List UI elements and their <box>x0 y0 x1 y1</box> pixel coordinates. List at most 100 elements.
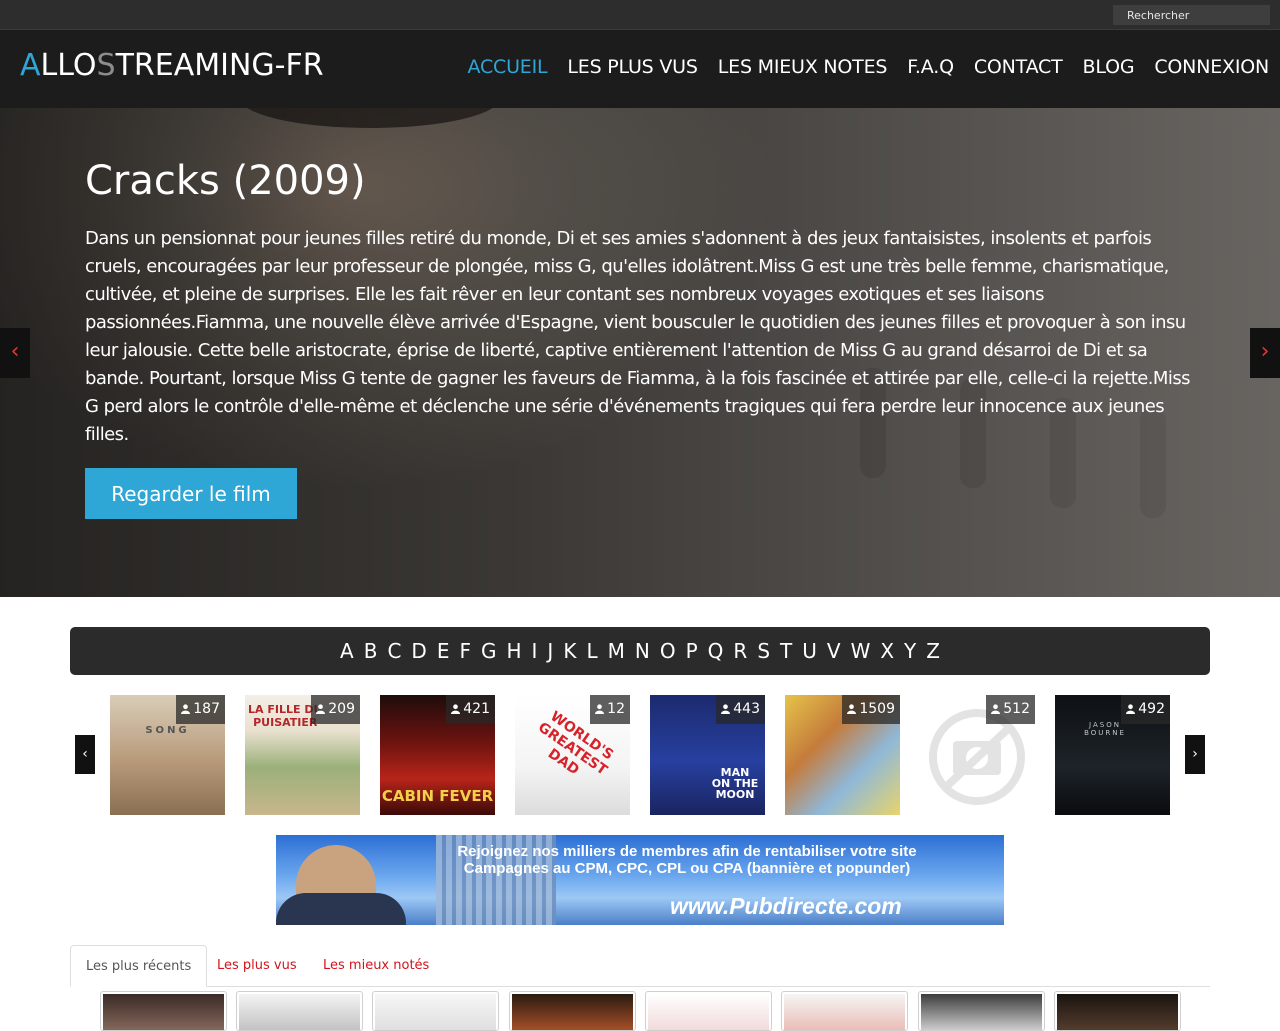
alphabet-letter-d[interactable]: D <box>411 639 426 663</box>
ad-line-2: Campagnes au CPM, CPC, CPL ou CPA (banni… <box>463 860 911 877</box>
user-icon <box>181 704 191 714</box>
alphabet-letter-k[interactable]: K <box>563 639 576 663</box>
watch-movie-button[interactable]: Regarder le film <box>85 468 297 519</box>
alphabet-letter-w[interactable]: W <box>851 639 871 663</box>
view-count: 209 <box>328 701 355 717</box>
view-count-badge: 421 <box>446 695 495 724</box>
hero-synopsis: Dans un pensionnat pour jeunes filles re… <box>85 228 1191 445</box>
alphabet-letter-p[interactable]: P <box>686 639 698 663</box>
view-count-badge: 512 <box>986 695 1035 724</box>
carousel-next-arrow-icon[interactable]: › <box>1185 735 1205 774</box>
alphabet-letter-a[interactable]: A <box>340 639 354 663</box>
view-count: 1509 <box>859 701 895 717</box>
hero-next-arrow-icon[interactable]: › <box>1250 328 1280 378</box>
alphabet-letter-z[interactable]: Z <box>926 639 940 663</box>
view-count: 12 <box>607 701 625 717</box>
poster-title: SONG <box>145 725 190 736</box>
alphabet-letter-s[interactable]: S <box>757 639 770 663</box>
recent-movie-poster[interactable] <box>781 991 908 1031</box>
nav-faq[interactable]: F.A.Q <box>907 56 954 78</box>
listing-tabs: Les plus récents Les plus vus Les mieux … <box>70 945 1210 987</box>
recent-movie-poster[interactable] <box>236 991 363 1031</box>
movie-poster[interactable]: JASON BOURNE 492 <box>1055 695 1170 815</box>
nav-les-mieux-notes[interactable]: LES MIEUX NOTES <box>718 56 888 78</box>
movie-poster[interactable]: WORLD'S GREATEST DAD 12 <box>515 695 630 815</box>
alphabet-letter-f[interactable]: F <box>459 639 471 663</box>
alphabet-letter-b[interactable]: B <box>364 639 378 663</box>
tab-les-plus-vus[interactable]: Les plus vus <box>202 945 312 987</box>
movie-poster[interactable]: MAN ON THE MOON 443 <box>650 695 765 815</box>
logo-letter-s: S <box>96 48 116 83</box>
tab-les-plus-recents[interactable]: Les plus récents <box>70 945 208 987</box>
alphabet-letter-r[interactable]: R <box>733 639 747 663</box>
top-utility-bar <box>0 0 1280 30</box>
recent-movie-poster[interactable] <box>645 991 772 1031</box>
ad-person-suit <box>276 893 406 925</box>
view-count: 443 <box>733 701 760 717</box>
view-count: 421 <box>463 701 490 717</box>
alphabet-letter-x[interactable]: X <box>880 639 894 663</box>
hero-title: Cracks (2009) <box>85 158 366 204</box>
alphabet-letter-h[interactable]: H <box>506 639 521 663</box>
user-icon <box>847 704 857 714</box>
alphabet-letter-o[interactable]: O <box>660 639 676 663</box>
movie-poster[interactable]: 1509 <box>785 695 900 815</box>
movie-poster-placeholder[interactable]: 512 <box>920 695 1035 815</box>
alphabet-letter-n[interactable]: N <box>635 639 650 663</box>
alphabet-letter-t[interactable]: T <box>780 639 792 663</box>
view-count: 512 <box>1003 701 1030 717</box>
user-icon <box>451 704 461 714</box>
recent-movie-poster[interactable] <box>100 991 227 1031</box>
recent-movie-poster[interactable] <box>918 991 1045 1031</box>
site-logo[interactable]: ALLOSTREAMING-FR <box>20 48 324 83</box>
nav-contact[interactable]: CONTACT <box>974 56 1063 78</box>
nav-accueil[interactable]: ACCUEIL <box>467 56 547 78</box>
alphabet-letter-l[interactable]: L <box>586 639 597 663</box>
logo-letter-a: A <box>20 48 41 83</box>
alphabet-letter-g[interactable]: G <box>481 639 497 663</box>
view-count-badge: 492 <box>1121 695 1170 724</box>
poster-title: MAN ON THE MOON <box>711 766 759 801</box>
movie-poster[interactable]: SONG 187 <box>110 695 225 815</box>
view-count-badge: 1509 <box>842 695 900 724</box>
recent-movie-poster[interactable] <box>372 991 499 1031</box>
carousel-prev-arrow-icon[interactable]: ‹ <box>75 735 95 774</box>
alphabet-letter-u[interactable]: U <box>802 639 817 663</box>
alphabet-letter-i[interactable]: I <box>532 639 538 663</box>
view-count-badge: 187 <box>176 695 225 724</box>
hero-slider: Cracks (2009) Dans un pensionnat pour je… <box>0 108 1280 597</box>
poster-title: CABIN FEVER <box>381 787 494 805</box>
movie-poster[interactable]: LA FILLE DU PUISATIER 209 <box>245 695 360 815</box>
user-icon <box>1126 704 1136 714</box>
search-input[interactable] <box>1113 5 1270 25</box>
recent-movie-poster[interactable] <box>509 991 636 1031</box>
view-count: 492 <box>1138 701 1165 717</box>
site-header: ALLOSTREAMING-FR ACCUEIL LES PLUS VUS LE… <box>0 30 1280 108</box>
recent-movie-poster[interactable] <box>1054 991 1181 1031</box>
advertisement-banner[interactable]: Rejoignez nos milliers de membres afin d… <box>276 835 1004 925</box>
ad-url: www.Pubdirecte.com <box>670 893 902 919</box>
ad-line-1: Rejoignez nos milliers de membres afin d… <box>457 843 917 860</box>
view-count-badge: 443 <box>716 695 765 724</box>
alphabet-letter-v[interactable]: V <box>827 639 841 663</box>
movie-poster[interactable]: CABIN FEVER 421 <box>380 695 495 815</box>
alphabet-letter-j[interactable]: J <box>547 639 553 663</box>
nav-blog[interactable]: BLOG <box>1083 56 1135 78</box>
user-icon <box>721 704 731 714</box>
nav-les-plus-vus[interactable]: LES PLUS VUS <box>567 56 698 78</box>
tab-les-mieux-notes[interactable]: Les mieux notés <box>308 945 444 987</box>
alphabet-filter-bar: ABCDEFGHIJKLMNOPQRSTUVWXYZ <box>70 627 1210 675</box>
hero-prev-arrow-icon[interactable]: ‹ <box>0 328 30 378</box>
nav-connexion[interactable]: CONNEXION <box>1154 56 1269 78</box>
logo-part-rest: TREAMING-FR <box>115 48 324 83</box>
alphabet-letter-e[interactable]: E <box>437 639 450 663</box>
view-count: 187 <box>193 701 220 717</box>
user-icon <box>991 704 1001 714</box>
view-count-badge: 209 <box>311 695 360 724</box>
view-count-badge: 12 <box>590 695 630 724</box>
alphabet-letter-q[interactable]: Q <box>708 639 724 663</box>
alphabet-letter-y[interactable]: Y <box>904 639 916 663</box>
alphabet-letter-m[interactable]: M <box>608 639 625 663</box>
alphabet-letter-c[interactable]: C <box>387 639 401 663</box>
logo-part-llo: LLO <box>40 48 97 83</box>
